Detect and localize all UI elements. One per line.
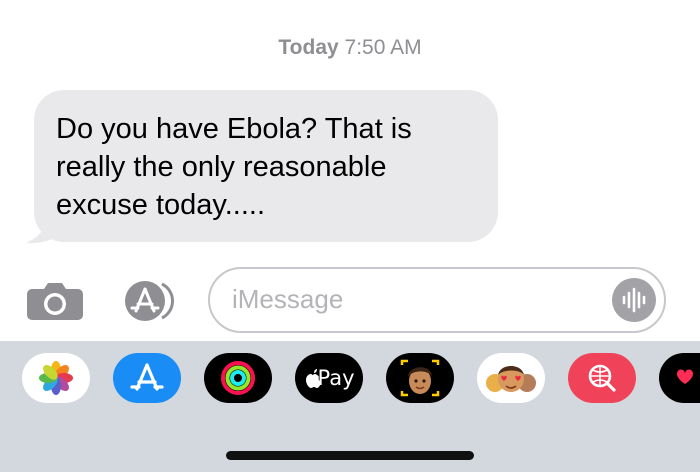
activity-rings-icon	[221, 361, 255, 395]
apple-pay-app-button[interactable]: Pay	[295, 353, 363, 403]
memoji-camera-icon	[400, 359, 440, 397]
timestamp-time: 7:50 AM	[344, 36, 422, 59]
image-search-app-button[interactable]	[568, 353, 636, 403]
apple-pay-label: Pay	[317, 366, 355, 390]
voice-message-button[interactable]	[612, 278, 656, 322]
globe-search-icon	[588, 364, 616, 392]
message-timestamp: Today 7:50 AM	[0, 36, 700, 60]
heart-icon	[677, 369, 693, 384]
digital-touch-app-button[interactable]	[659, 353, 700, 403]
message-input-placeholder: iMessage	[232, 284, 344, 314]
camera-button[interactable]	[26, 281, 84, 321]
memoji-stickers-app-button[interactable]	[477, 353, 545, 403]
message-line: really the only reasonable	[56, 151, 387, 183]
waveform-icon	[622, 287, 646, 313]
app-store-app-button[interactable]	[113, 353, 181, 403]
apps-button[interactable]	[116, 278, 180, 324]
message-input[interactable]: iMessage	[208, 267, 666, 333]
app-store-icon	[130, 363, 164, 391]
memoji-camera-app-button[interactable]	[386, 353, 454, 403]
message-line: excuse today.....	[56, 189, 266, 221]
memoji-stickers-icon	[486, 366, 536, 392]
message-line: Do you have Ebola? That is	[56, 113, 412, 145]
photos-icon	[39, 361, 73, 395]
app-store-icon	[125, 281, 175, 321]
camera-icon	[27, 283, 83, 320]
fitness-app-button[interactable]	[204, 353, 272, 403]
photos-app-button[interactable]	[22, 353, 90, 403]
timestamp-day: Today	[278, 36, 339, 59]
home-indicator[interactable]	[226, 451, 474, 460]
incoming-message-bubble[interactable]: Do you have Ebola? That is really the on…	[34, 90, 498, 242]
